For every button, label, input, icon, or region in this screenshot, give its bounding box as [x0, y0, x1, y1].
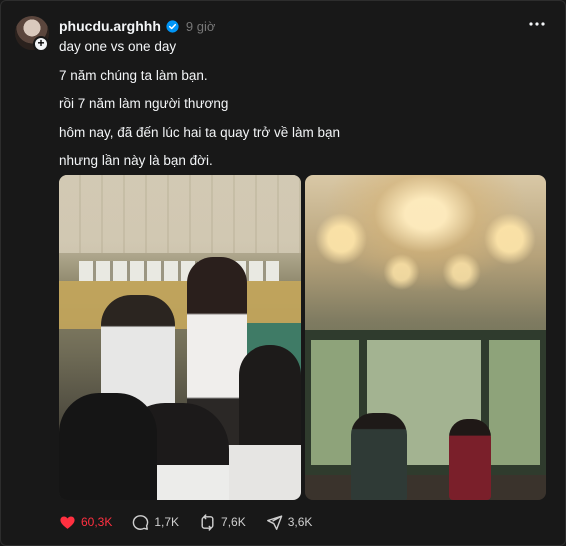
post-time: 9 giờ: [185, 18, 216, 34]
post-photo-wedding[interactable]: [305, 175, 546, 500]
comment-count: 1,7K: [154, 515, 180, 529]
more-icon[interactable]: [529, 14, 545, 34]
comment-icon: [133, 514, 149, 530]
follow-plus-icon[interactable]: +: [33, 36, 49, 52]
repost-button[interactable]: 7,6K: [199, 513, 246, 531]
post-text-line: rồi 7 năm làm người thương: [59, 96, 229, 111]
share-count: 3,6K: [287, 515, 313, 529]
share-icon: [266, 514, 283, 530]
heart-icon: [60, 515, 75, 529]
post-photo-school[interactable]: [59, 175, 301, 500]
like-count: 60,3K: [81, 515, 113, 529]
post-header: phucdu.arghhh 9 giờ: [59, 17, 215, 35]
share-button[interactable]: 3,6K: [266, 514, 313, 531]
action-bar: 60,3K 1,7K 7,6K 3,6K: [59, 513, 332, 531]
thread-post: + phucdu.arghhh 9 giờ day one vs one day…: [0, 0, 566, 546]
post-text-line: day one vs one day: [59, 39, 177, 54]
post-text-line: hôm nay, đã đến lúc hai ta quay trở về l…: [59, 125, 341, 140]
verified-icon: [166, 19, 179, 33]
like-button[interactable]: 60,3K: [59, 514, 112, 531]
username[interactable]: phucdu.arghhh: [59, 18, 161, 34]
repost-icon: [201, 513, 214, 531]
comment-button[interactable]: 1,7K: [132, 514, 179, 531]
post-text-line: 7 năm chúng ta làm bạn.: [59, 68, 208, 83]
post-text-line: nhưng lần này là bạn đời.: [59, 153, 213, 168]
repost-count: 7,6K: [221, 515, 246, 529]
